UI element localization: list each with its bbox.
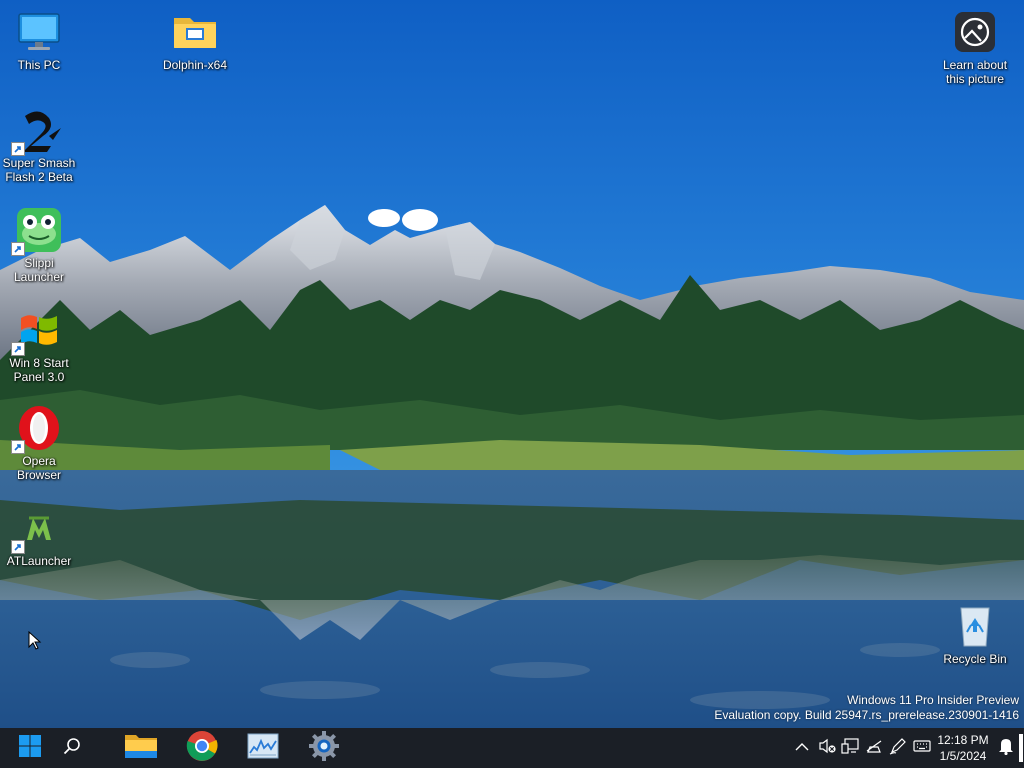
show-hidden-icons-button[interactable] — [792, 738, 812, 758]
clock[interactable]: 12:18 PM 1/5/2024 — [930, 732, 996, 764]
search-button[interactable] — [48, 728, 96, 768]
shortcut-arrow-icon — [11, 342, 25, 356]
desktop-icon-this-pc[interactable]: This PC — [0, 8, 78, 72]
desktop-icon-label: Super Smash Flash 2 Beta — [2, 156, 76, 184]
touch-keyboard-button[interactable] — [912, 738, 932, 758]
folder-icon — [124, 732, 158, 765]
shortcut-arrow-icon — [11, 440, 25, 454]
shortcut-arrow-icon — [11, 540, 25, 554]
shortcut-arrow-icon — [11, 242, 25, 256]
desktop-icon-label: Learn about this picture — [942, 58, 1008, 86]
file-explorer-button[interactable] — [117, 728, 165, 768]
frog-icon — [11, 206, 63, 256]
keyboard-icon — [913, 739, 931, 758]
desktop-icon-dolphin[interactable]: Dolphin-x64 — [156, 8, 234, 72]
clock-date: 1/5/2024 — [939, 749, 987, 763]
computer-icon — [15, 8, 63, 56]
network-button[interactable] — [840, 737, 860, 759]
camera-spotlight-icon — [951, 8, 999, 56]
desktop-icon-label: ATLauncher — [6, 554, 72, 568]
bell-icon — [998, 737, 1014, 760]
desktop-icon-label: Recycle Bin — [943, 652, 1007, 666]
desktop-wallpaper — [0, 0, 1024, 728]
desktop-icon-super-smash-flash[interactable]: Super Smash Flash 2 Beta — [0, 106, 78, 184]
shortcut-arrow-icon — [11, 142, 25, 156]
gear-icon — [308, 730, 340, 767]
clock-time: 12:18 PM — [937, 733, 989, 747]
desktop-icon-label: This PC — [17, 58, 61, 72]
monitor-chart-icon — [247, 733, 279, 764]
folder-icon — [171, 8, 219, 56]
taskbar: 12:18 PM 1/5/2024 — [0, 728, 1024, 768]
pen-icon — [889, 737, 907, 760]
atlauncher-icon — [11, 504, 63, 554]
chevron-up-icon — [795, 739, 809, 757]
desktop-icon-recycle-bin[interactable]: Recycle Bin — [936, 602, 1014, 666]
start-button[interactable] — [6, 728, 54, 768]
windows-logo-icon — [11, 306, 63, 356]
chrome-button[interactable] — [178, 728, 226, 768]
desktop-icon-learn-about-picture[interactable]: Learn about this picture — [936, 8, 1014, 86]
search-icon — [63, 737, 81, 760]
notifications-button[interactable] — [996, 738, 1016, 758]
ssf2-icon — [11, 106, 63, 156]
resource-monitor-button[interactable] — [239, 728, 287, 768]
desktop-icon-label: Dolphin-x64 — [162, 58, 228, 72]
battery-icon — [865, 738, 883, 759]
settings-button[interactable] — [300, 728, 348, 768]
network-icon — [841, 737, 859, 759]
desktop-icon-atlauncher[interactable]: ATLauncher — [0, 504, 78, 568]
desktop-icon-label: Win 8 Start Panel 3.0 — [9, 356, 69, 384]
desktop-icon-label: Opera Browser — [16, 454, 61, 482]
opera-icon — [11, 404, 63, 454]
speaker-muted-icon — [819, 738, 837, 759]
desktop-icon-win8-start-panel[interactable]: Win 8 Start Panel 3.0 — [0, 306, 78, 384]
windows-start-icon — [18, 734, 42, 763]
battery-button[interactable] — [864, 738, 884, 758]
evaluation-watermark: Windows 11 Pro Insider Preview Evaluatio… — [714, 693, 1019, 723]
mouse-cursor-icon — [28, 630, 42, 656]
pen-button[interactable] — [888, 737, 908, 760]
recycle-bin-icon — [951, 602, 999, 650]
watermark-build: Evaluation copy. Build 25947.rs_prerelea… — [714, 708, 1019, 722]
volume-button[interactable] — [818, 738, 838, 758]
show-desktop-button[interactable] — [1018, 728, 1024, 768]
chrome-icon — [186, 730, 218, 767]
desktop-icon-label: Slippi Launcher — [13, 256, 65, 284]
desktop-icon-slippi-launcher[interactable]: Slippi Launcher — [0, 206, 78, 284]
desktop-icon-opera-browser[interactable]: Opera Browser — [0, 404, 78, 482]
watermark-edition: Windows 11 Pro Insider Preview — [847, 693, 1019, 707]
